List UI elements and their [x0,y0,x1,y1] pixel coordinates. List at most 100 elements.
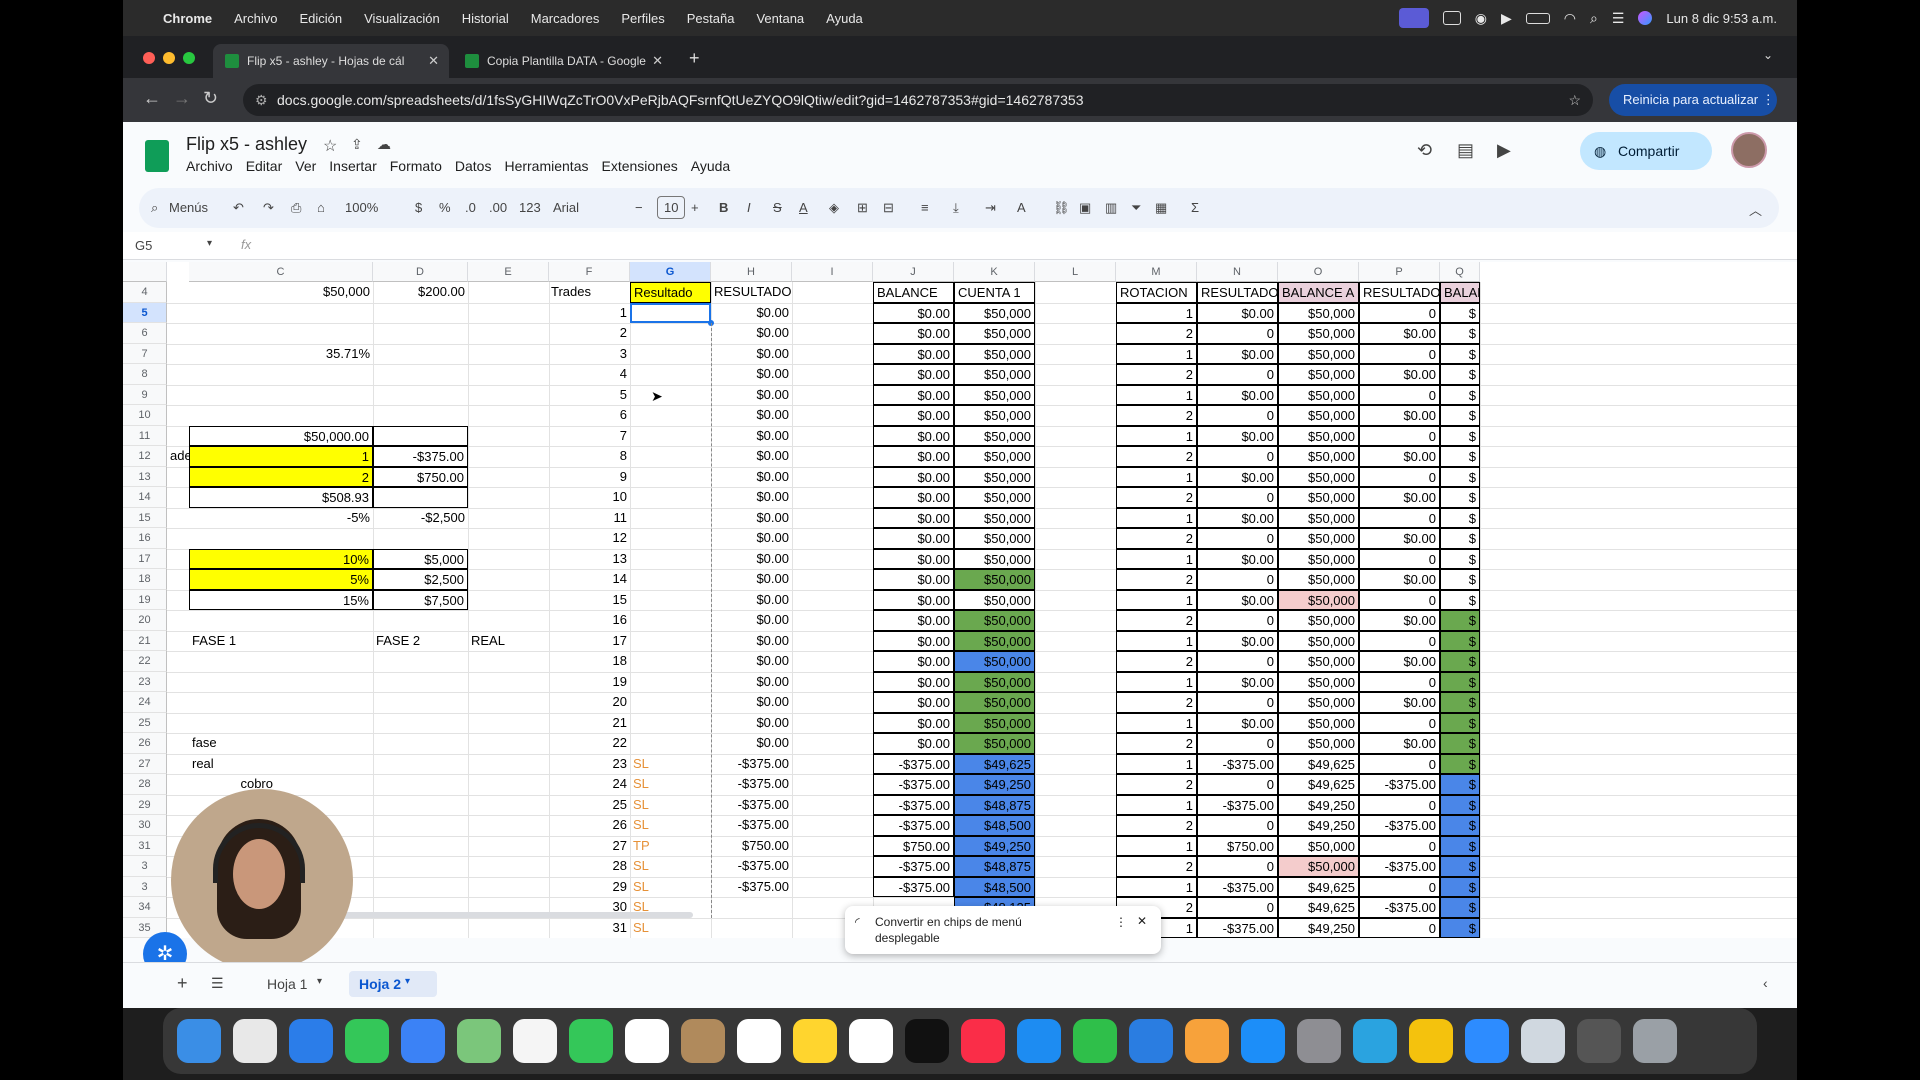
trade-result-cell[interactable] [630,733,711,754]
clock[interactable]: Lun 8 dic 9:53 a.m. [1666,11,1777,26]
trade-number[interactable]: 31 [549,918,630,939]
row-header[interactable]: 24 [123,692,167,713]
reload-icon[interactable]: ↻ [203,88,218,109]
minimize-window-icon[interactable] [163,52,175,64]
balance-cell[interactable]: $0.00 [873,610,954,631]
trade-result-cell[interactable] [630,405,711,426]
cloud-status-icon[interactable]: ☁ [377,136,391,153]
text-color-button[interactable]: A [799,200,808,215]
contacts-icon[interactable] [681,1019,725,1063]
rotacion-cell[interactable]: 1 [1116,343,1197,364]
resultado-n-cell[interactable]: 0 [1197,774,1278,795]
cell-c19[interactable]: 15% [189,589,373,610]
increase-font-size-icon[interactable]: + [691,200,699,215]
trade-number[interactable]: 4 [549,364,630,385]
resultado-p-cell[interactable]: $0.00 [1359,569,1440,590]
cuenta-1-cell[interactable]: $48,500 [954,876,1035,897]
numbers-icon[interactable] [1073,1019,1117,1063]
row-header[interactable]: 3 [123,876,167,897]
menu-insertar[interactable]: Insertar [329,158,376,174]
balance-cell[interactable]: $0.00 [873,384,954,405]
menubar-item-visualizacion[interactable]: Visualización [364,11,440,26]
row-header[interactable]: 15 [123,507,167,528]
trade-result-cell[interactable] [630,446,711,467]
trade-number[interactable]: 16 [549,610,630,631]
trade-number[interactable]: 22 [549,733,630,754]
resultado-p-cell[interactable]: 0 [1359,835,1440,856]
menubar-item-app[interactable]: Chrome [163,11,212,26]
trade-number[interactable]: 21 [549,713,630,734]
resultado-n-cell[interactable]: 0 [1197,733,1278,754]
cuenta-1-cell[interactable]: $50,000 [954,446,1035,467]
rotacion-cell[interactable]: 2 [1116,323,1197,344]
rotacion-cell[interactable]: 2 [1116,815,1197,836]
balance-cell[interactable]: -$375.00 [873,876,954,897]
cell-c15[interactable]: -5% [189,508,373,529]
rotacion-cell[interactable]: 1 [1116,384,1197,405]
menu-herramientas[interactable]: Herramientas [504,158,588,174]
trade-number[interactable]: 2 [549,323,630,344]
trade-result-cell[interactable] [630,426,711,447]
borders-icon[interactable]: ⊞ [857,200,868,216]
balance-a-cell[interactable]: $50,000 [1278,589,1359,610]
balance-cell[interactable]: $0.00 [873,446,954,467]
row-header[interactable]: 26 [123,733,167,754]
trade-number[interactable]: 12 [549,528,630,549]
balance-cell[interactable]: $0.00 [873,712,954,733]
trade-result-cell[interactable] [630,610,711,631]
balance-cell[interactable]: $0.00 [873,651,954,672]
collapse-toolbar-icon[interactable]: ︿ [1749,200,1762,219]
resultado-p-cell[interactable]: 0 [1359,917,1440,938]
trade-number[interactable]: 24 [549,774,630,795]
trade-result-cell[interactable]: SL [630,918,711,939]
telegram-icon[interactable] [1353,1019,1397,1063]
decrease-font-size-icon[interactable]: − [635,200,643,215]
rotacion-cell[interactable]: 1 [1116,589,1197,610]
finder-icon[interactable] [177,1019,221,1063]
sheets-logo-icon[interactable] [145,140,169,172]
trade-number[interactable]: 1 [549,303,630,324]
rotacion-cell[interactable]: 2 [1116,487,1197,508]
resultado-p-cell[interactable]: 0 [1359,753,1440,774]
move-icon[interactable]: ⇪ [351,136,363,153]
new-tab-icon[interactable]: + [689,48,700,69]
balance-q-cell[interactable]: $ [1440,856,1480,877]
trade-result-amount[interactable]: $0.00 [711,651,792,672]
resultado-n-cell[interactable]: 0 [1197,856,1278,877]
balance-cell[interactable]: $0.00 [873,692,954,713]
meet-icon[interactable]: ▶ [1497,140,1511,161]
resultado-p-cell[interactable]: 0 [1359,876,1440,897]
balance-a-cell[interactable]: $50,000 [1278,712,1359,733]
photos-icon[interactable] [513,1019,557,1063]
resultado-p-cell[interactable]: 0 [1359,343,1440,364]
resultado-p-cell[interactable]: $0.00 [1359,364,1440,385]
cuenta-1-cell[interactable]: $50,000 [954,548,1035,569]
star-icon[interactable]: ☆ [323,136,337,156]
trade-result-cell[interactable] [630,651,711,672]
balance-q-cell[interactable]: $ [1440,876,1480,897]
balance-q-cell[interactable]: $ [1440,446,1480,467]
trade-result-cell[interactable] [630,344,711,365]
resultado-p-cell[interactable]: $0.00 [1359,446,1440,467]
resultado-p-cell[interactable]: 0 [1359,794,1440,815]
zoom-select[interactable]: 100% [345,200,378,215]
cell-d19[interactable]: $7,500 [373,589,468,610]
resultado-n-cell[interactable]: 0 [1197,692,1278,713]
toast-text[interactable]: Convertir en chips de menú desplegable [875,914,1045,946]
toast-close-icon[interactable]: ✕ [1137,913,1147,929]
filter-views-icon[interactable]: ▦ [1155,200,1167,216]
column-header-h[interactable]: H [711,262,792,282]
resultado-n-cell[interactable]: $0.00 [1197,425,1278,446]
record-icon[interactable]: ◉ [1475,10,1487,27]
trade-result-amount[interactable]: -$375.00 [711,815,792,836]
trade-result-amount[interactable]: $750.00 [711,836,792,857]
cell-d12[interactable]: -$375.00 [373,446,468,467]
balance-q-cell[interactable]: $ [1440,651,1480,672]
zoom-icon[interactable] [1465,1019,1509,1063]
balance-cell[interactable]: $0.00 [873,425,954,446]
resultado-p-cell[interactable]: $0.00 [1359,405,1440,426]
cell-d14[interactable] [373,487,468,508]
battery-icon[interactable] [1525,12,1550,24]
messages-icon[interactable] [345,1019,389,1063]
header-trades[interactable]: Trades [549,282,630,303]
